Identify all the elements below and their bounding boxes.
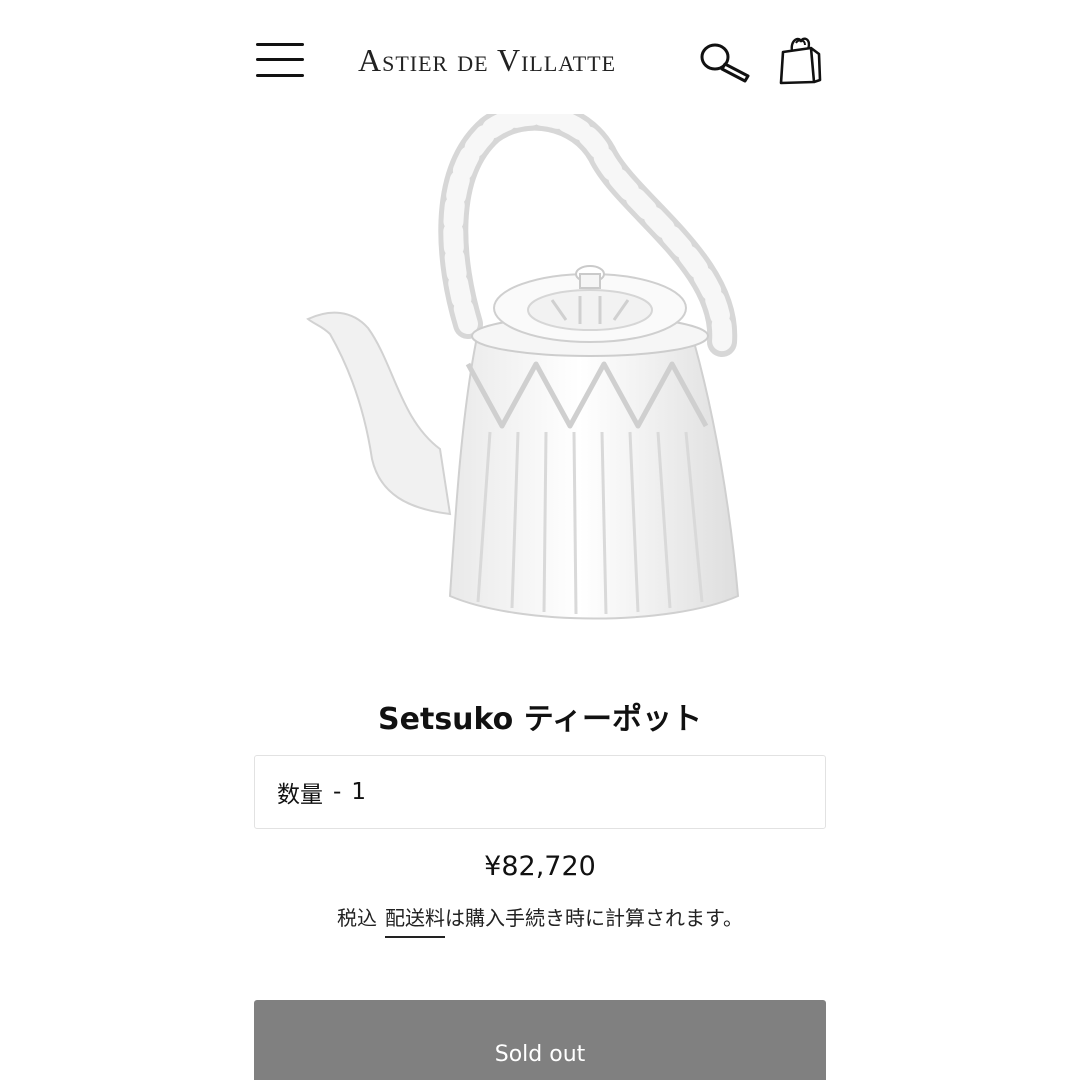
hamburger-menu-icon[interactable] [254, 38, 308, 82]
site-header: Astier de Villatte [254, 26, 826, 96]
menu-line [256, 74, 304, 77]
product-price: ¥82,720 [484, 851, 596, 882]
quantity-value: 1 [351, 779, 366, 805]
search-icon[interactable] [698, 40, 754, 84]
menu-line [256, 58, 304, 61]
quantity-label: 数量 [277, 782, 323, 808]
tax-included-label: 税込 [337, 906, 377, 930]
product-image[interactable] [290, 100, 760, 634]
quantity-selector[interactable]: 数量 - 1 [254, 755, 826, 829]
menu-line [256, 43, 304, 46]
brand-logo[interactable]: Astier de Villatte [358, 42, 616, 79]
shopping-bag-icon[interactable] [778, 30, 824, 86]
tax-note-suffix: は購入手続き時に計算されます。 [445, 906, 743, 930]
sold-out-button[interactable]: Sold out [254, 1000, 826, 1080]
tax-note: 税込 配送料は購入手続き時に計算されます。 [0, 902, 1080, 938]
product-title: Setsuko ティーポット [378, 702, 702, 737]
quantity-separator: - [333, 779, 342, 805]
shipping-link[interactable]: 配送料 [385, 906, 445, 938]
